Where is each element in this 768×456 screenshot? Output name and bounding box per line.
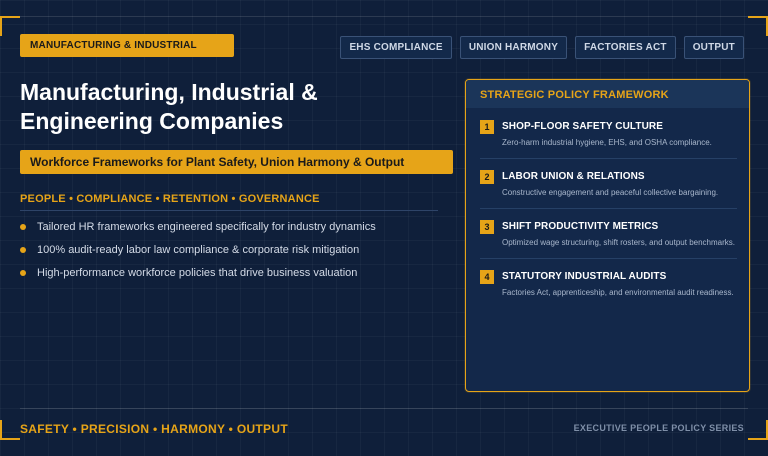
item-number-badge: 3	[480, 220, 494, 234]
benefit-text: High-performance workforce policies that…	[37, 267, 358, 279]
item-title: SHOP-FLOOR SAFETY CULTURE	[502, 121, 664, 132]
corner-bracket-bottom-right	[748, 420, 768, 440]
topic-tags: EHS COMPLIANCE UNION HARMONY FACTORIES A…	[340, 36, 744, 59]
page-title-line-1: Manufacturing, Industrial &	[20, 79, 318, 105]
panel-title: STRATEGIC POLICY FRAMEWORK	[466, 80, 749, 108]
tag-factories-act[interactable]: FACTORIES ACT	[575, 36, 676, 59]
benefit-text: Tailored HR frameworks engineered specif…	[37, 221, 376, 233]
pillars-heading: PEOPLE • COMPLIANCE • RETENTION • GOVERN…	[20, 193, 438, 211]
page-title: Manufacturing, Industrial & Engineering …	[20, 78, 440, 136]
benefit-list: Tailored HR frameworks engineered specif…	[20, 220, 376, 289]
item-number-badge: 2	[480, 170, 494, 184]
corner-bracket-top-right	[748, 16, 768, 36]
bullet-dot-icon	[20, 247, 26, 253]
list-item: 100% audit-ready labor law compliance & …	[20, 243, 376, 257]
benefit-text: 100% audit-ready labor law compliance & …	[37, 244, 360, 256]
corner-bracket-bottom-left	[0, 420, 20, 440]
framework-item-productivity: 3 SHIFT PRODUCTIVITY METRICS Optimized w…	[480, 220, 737, 259]
item-title: LABOR UNION & RELATIONS	[502, 171, 645, 182]
corner-bracket-top-left	[0, 16, 20, 36]
policy-framework-panel: STRATEGIC POLICY FRAMEWORK 1 SHOP-FLOOR …	[465, 79, 750, 392]
item-title: SHIFT PRODUCTIVITY METRICS	[502, 221, 659, 232]
bullet-dot-icon	[20, 270, 26, 276]
item-description: Factories Act, apprenticeship, and envir…	[502, 288, 734, 297]
list-item: Tailored HR frameworks engineered specif…	[20, 220, 376, 234]
footer-series-label: EXECUTIVE PEOPLE POLICY SERIES	[573, 423, 744, 433]
framework-item-audits: 4 STATUTORY INDUSTRIAL AUDITS Factories …	[480, 270, 737, 308]
item-title: STATUTORY INDUSTRIAL AUDITS	[502, 271, 667, 282]
tag-ehs-compliance[interactable]: EHS COMPLIANCE	[340, 36, 452, 59]
footer-tagline: SAFETY • PRECISION • HARMONY • OUTPUT	[20, 422, 288, 436]
tag-union-harmony[interactable]: UNION HARMONY	[459, 36, 568, 59]
item-number-badge: 1	[480, 120, 494, 134]
tag-output[interactable]: OUTPUT	[683, 36, 744, 59]
page-title-line-2: Engineering Companies	[20, 108, 284, 134]
subtitle-banner: Workforce Frameworks for Plant Safety, U…	[20, 150, 453, 174]
industry-badge: MANUFACTURING & INDUSTRIAL	[20, 34, 234, 57]
top-divider	[20, 16, 748, 17]
item-number-badge: 4	[480, 270, 494, 284]
list-item: High-performance workforce policies that…	[20, 266, 376, 280]
item-description: Optimized wage structuring, shift roster…	[502, 238, 735, 247]
framework-list: 1 SHOP-FLOOR SAFETY CULTURE Zero-harm in…	[466, 108, 749, 308]
item-description: Zero-harm industrial hygiene, EHS, and O…	[502, 138, 712, 147]
bullet-dot-icon	[20, 224, 26, 230]
item-description: Constructive engagement and peaceful col…	[502, 188, 719, 197]
bottom-divider	[20, 408, 748, 409]
framework-item-safety: 1 SHOP-FLOOR SAFETY CULTURE Zero-harm in…	[480, 120, 737, 159]
framework-item-labor: 2 LABOR UNION & RELATIONS Constructive e…	[480, 170, 737, 209]
